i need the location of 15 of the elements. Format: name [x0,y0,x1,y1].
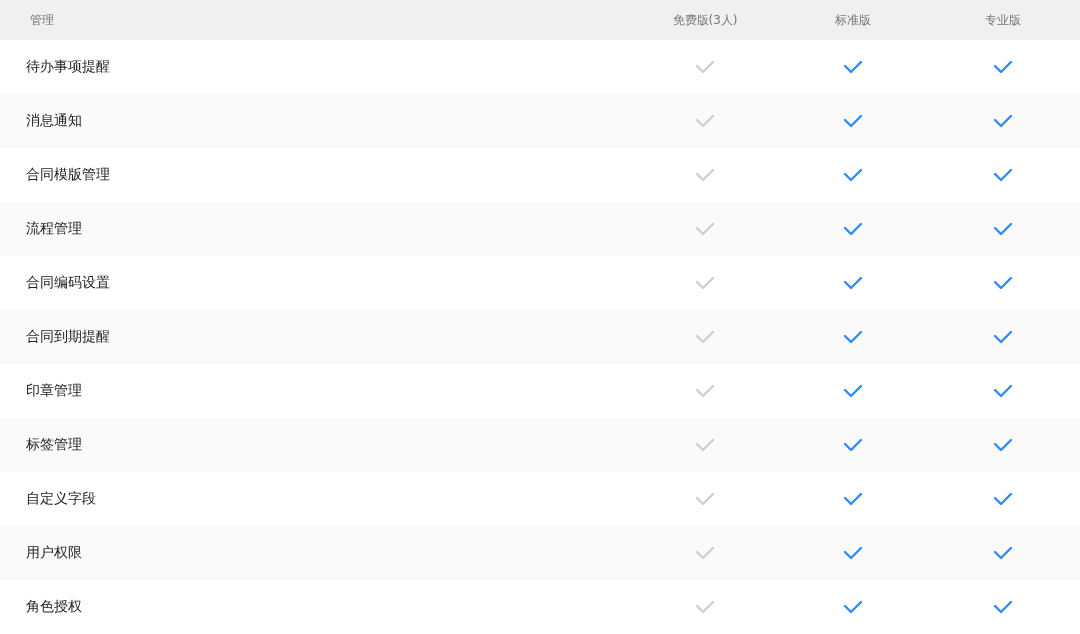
feature-name: 标签管理 [26,436,82,454]
feature-name: 印章管理 [26,382,82,400]
column-header: 专业版 [984,11,1021,29]
feature-name: 合同模版管理 [26,166,110,184]
feature-name: 合同编码设置 [26,274,110,292]
feature-name: 合同到期提醒 [26,328,110,346]
feature-name: 流程管理 [26,220,82,238]
feature-name: 用户权限 [26,544,82,562]
column-header: 管理 [30,11,54,29]
feature-name: 消息通知 [26,112,82,130]
feature-name: 待办事项提醒 [26,58,110,76]
column-header: 免费版(3人) [672,11,738,29]
column-header: 标准版 [834,11,871,29]
feature-name: 自定义字段 [26,490,96,508]
feature-name: 角色授权 [26,598,82,616]
